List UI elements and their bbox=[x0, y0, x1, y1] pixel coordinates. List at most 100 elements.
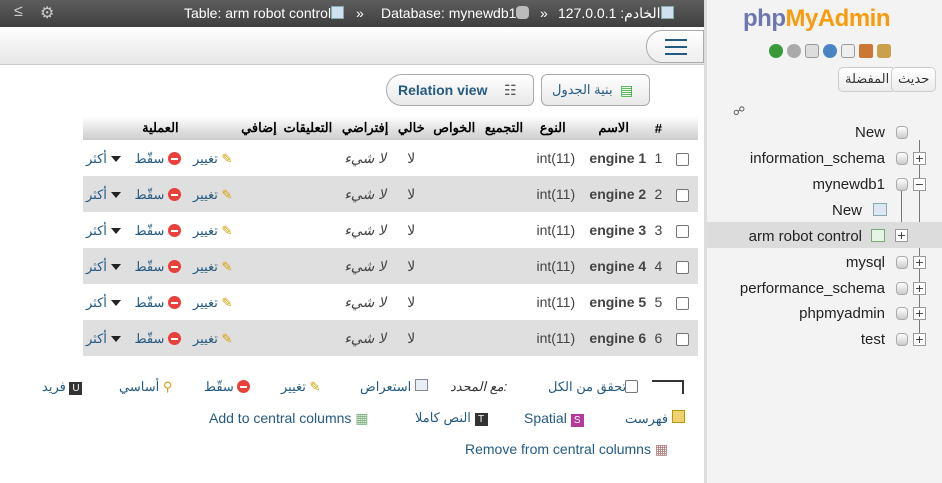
change-action[interactable]: تغيير ✎ bbox=[193, 295, 232, 311]
new-db-icon bbox=[896, 126, 908, 139]
collapse-icon[interactable]: − bbox=[913, 178, 926, 191]
phpmyadmin-logo[interactable]: phpMyAdmin bbox=[743, 5, 890, 33]
change-action[interactable]: تغيير ✎ bbox=[193, 331, 232, 347]
null-cell: لا bbox=[394, 140, 428, 176]
change-action[interactable]: تغيير ✎ bbox=[193, 187, 232, 203]
table-structure-icon bbox=[871, 229, 885, 242]
tab-favorites[interactable]: المفضلة bbox=[838, 67, 897, 92]
extra-cell bbox=[237, 212, 281, 248]
primary-action[interactable]: أساسي ⚲ bbox=[119, 379, 172, 395]
tree-item-test[interactable]: test bbox=[861, 331, 885, 348]
col-null[interactable]: خالي bbox=[394, 116, 428, 140]
col-default[interactable]: إفتراضي bbox=[335, 116, 395, 140]
tree-item-new-root[interactable]: New bbox=[855, 124, 885, 141]
drop-selected-action[interactable]: سقّط bbox=[204, 379, 251, 395]
add-central-columns-action[interactable]: Add to central columns ▦ bbox=[209, 410, 369, 427]
row-checkbox[interactable] bbox=[676, 188, 690, 202]
tree-item-mynewdb1[interactable]: mynewdb1 bbox=[812, 176, 885, 193]
table-row: أكثر سقّط تغيير ✎ لا شيء لا int(11) engine 6… bbox=[83, 320, 698, 356]
col-name[interactable]: الاسم bbox=[578, 116, 650, 140]
more-action[interactable]: أكثر bbox=[86, 295, 121, 311]
expand-icon[interactable]: + bbox=[913, 333, 926, 346]
fulltext-action[interactable]: النص كاملا T bbox=[415, 410, 488, 426]
remove-central-columns-action[interactable]: Remove from central columns ▦ bbox=[465, 441, 668, 458]
drop-action[interactable]: سقّط bbox=[135, 151, 181, 167]
expand-icon[interactable]: + bbox=[913, 152, 926, 165]
more-action[interactable]: أكثر bbox=[86, 187, 121, 203]
more-action[interactable]: أكثر bbox=[86, 151, 121, 167]
table-structure-button[interactable]: بنية الجدول ▤ bbox=[541, 74, 650, 106]
breadcrumb-table[interactable]: Table: arm robot control bbox=[184, 5, 345, 21]
col-type[interactable]: النوع bbox=[527, 116, 579, 140]
sql-docs-icon[interactable] bbox=[841, 44, 855, 58]
docs-icon[interactable] bbox=[805, 44, 819, 58]
pencil-icon: ✎ bbox=[221, 186, 233, 202]
link-icon[interactable]: ☍ bbox=[733, 104, 745, 118]
select-cell bbox=[667, 284, 698, 320]
database-icon bbox=[896, 178, 908, 191]
settings-icon[interactable] bbox=[787, 44, 801, 58]
change-selected-action[interactable]: تغيير ✎ bbox=[281, 379, 320, 395]
database-icon bbox=[896, 282, 908, 295]
home-refresh-icon[interactable] bbox=[769, 44, 783, 58]
unique-action[interactable]: فريد U bbox=[42, 379, 83, 395]
relation-view-button[interactable]: Relation view ☷ bbox=[386, 74, 534, 106]
tree-item-phpmyadmin[interactable]: phpmyadmin bbox=[799, 305, 885, 322]
check-all-label[interactable]: تحقق من الكل bbox=[548, 379, 626, 395]
home-icon[interactable] bbox=[877, 44, 891, 58]
breadcrumb-server[interactable]: الخادم: 127.0.0.1 bbox=[558, 5, 674, 22]
col-attributes[interactable]: الخواص bbox=[427, 116, 481, 140]
expand-icon[interactable]: + bbox=[913, 307, 926, 320]
row-checkbox[interactable] bbox=[676, 224, 690, 238]
col-collation[interactable]: التجميع bbox=[480, 116, 528, 140]
change-action[interactable]: تغيير ✎ bbox=[193, 259, 232, 275]
help-icon[interactable] bbox=[823, 44, 837, 58]
tree-item-arm-robot-control[interactable]: arm robot control bbox=[749, 228, 862, 245]
col-action: العملية bbox=[83, 116, 238, 140]
menu-toggle-button[interactable] bbox=[646, 30, 704, 63]
change-action[interactable]: تغيير ✎ bbox=[193, 151, 232, 167]
drop-action[interactable]: سقّط bbox=[135, 259, 181, 275]
more-action[interactable]: أكثر bbox=[86, 223, 121, 239]
change-action[interactable]: تغيير ✎ bbox=[193, 223, 232, 239]
breadcrumb-database[interactable]: Database: mynewdb1 bbox=[381, 5, 530, 21]
type-cell: int(11) bbox=[527, 320, 579, 356]
drop-icon bbox=[167, 187, 181, 201]
row-checkbox[interactable] bbox=[676, 332, 690, 346]
drop-action[interactable]: سقّط bbox=[135, 187, 181, 203]
expand-icon[interactable]: + bbox=[895, 229, 908, 242]
row-actions-cell: أكثر سقّط تغيير ✎ bbox=[83, 320, 238, 356]
breadcrumb-sep-1: » bbox=[356, 5, 364, 21]
check-all-checkbox[interactable] bbox=[625, 380, 638, 393]
database-icon bbox=[896, 152, 908, 165]
tree-item-information-schema[interactable]: information_schema bbox=[750, 150, 885, 167]
tree-item-mysql[interactable]: mysql bbox=[846, 254, 885, 271]
table-icon bbox=[331, 6, 345, 19]
tree-item-performance-schema[interactable]: performance_schema bbox=[740, 280, 885, 297]
expand-icon[interactable]: + bbox=[913, 282, 926, 295]
collapse-icon[interactable]: ≤ bbox=[14, 3, 23, 21]
drop-action[interactable]: سقّط bbox=[135, 295, 181, 311]
row-checkbox[interactable] bbox=[676, 152, 690, 166]
more-action[interactable]: أكثر bbox=[86, 331, 121, 347]
drop-icon bbox=[167, 223, 181, 237]
name-cell: engine 6 bbox=[578, 320, 650, 356]
settings-gear-icon[interactable]: ⚙ bbox=[40, 3, 54, 23]
index-action[interactable]: فهرست bbox=[625, 410, 685, 427]
drop-action[interactable]: سقّط bbox=[135, 223, 181, 239]
num-cell: 2 bbox=[649, 176, 668, 212]
spatial-action[interactable]: Spatial S bbox=[524, 410, 584, 427]
tab-recent[interactable]: حديث bbox=[891, 67, 937, 92]
row-checkbox[interactable] bbox=[676, 260, 690, 274]
expand-icon[interactable]: + bbox=[913, 256, 926, 269]
drop-action[interactable]: سقّط bbox=[135, 331, 181, 347]
more-action[interactable]: أكثر bbox=[86, 259, 121, 275]
num-cell: 4 bbox=[649, 248, 668, 284]
row-checkbox[interactable] bbox=[676, 296, 690, 310]
type-cell: int(11) bbox=[527, 284, 579, 320]
tree-item-new-table[interactable]: New bbox=[832, 202, 862, 219]
new-table-icon bbox=[873, 203, 887, 216]
null-cell: لا bbox=[394, 284, 428, 320]
exit-icon[interactable] bbox=[859, 44, 873, 58]
browse-selected-action[interactable]: استعراض bbox=[360, 379, 428, 395]
